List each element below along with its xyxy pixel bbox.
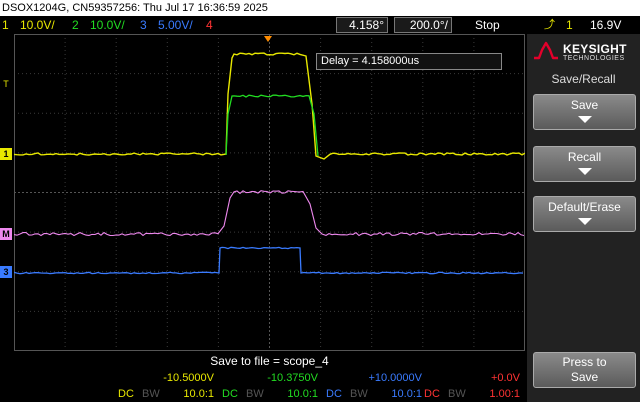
trigger-position-marker: [264, 36, 272, 42]
ch3-scale[interactable]: 5.00V/: [158, 16, 193, 34]
ch3-waveform: [14, 247, 523, 273]
brand-subtitle: TECHNOLOGIES: [563, 55, 625, 62]
ch2-bw: BW: [246, 388, 264, 400]
ch3-ground-marker[interactable]: 3: [0, 266, 12, 278]
recall-down-arrow-icon: [578, 168, 592, 175]
ch3-bw: BW: [350, 388, 368, 400]
keysight-logo: KEYSIGHT TECHNOLOGIES: [533, 40, 637, 64]
press-to-save-button[interactable]: Press to Save: [533, 352, 636, 388]
run-state[interactable]: Stop: [475, 16, 500, 34]
ch2-coupling: DC: [222, 388, 238, 400]
press-to-save-line2: Save: [534, 370, 635, 384]
press-to-save-line1: Press to: [534, 355, 635, 369]
default-erase-label: Default/Erase: [534, 200, 635, 214]
ch3-info[interactable]: +10.0000V DC BW 10.0:1: [322, 370, 428, 402]
menu-title: Save/Recall: [527, 72, 640, 86]
recall-button[interactable]: Recall: [533, 146, 636, 182]
ch1-info[interactable]: -10.5000V DC BW 10.0:1: [114, 370, 220, 402]
default-erase-down-arrow-icon: [578, 218, 592, 225]
ch4-offset: +0.0V: [491, 372, 520, 384]
ch4-coupling: DC: [424, 388, 440, 400]
ch3-probe: 10.0:1: [391, 388, 422, 400]
time-scale[interactable]: 200.0°/: [394, 17, 452, 33]
trigger-source[interactable]: 1: [566, 16, 573, 34]
waveform-display[interactable]: Delay = 4.158000us: [14, 34, 525, 351]
ch1-bw: BW: [142, 388, 160, 400]
save-down-arrow-icon: [578, 116, 592, 123]
math-ground-marker[interactable]: M: [0, 228, 12, 240]
math-waveform: [14, 191, 524, 236]
trigger-level-marker: T: [0, 78, 12, 90]
ch4-number[interactable]: 4: [206, 16, 213, 34]
ch4-info[interactable]: +0.0V DC BW 1.00:1: [420, 370, 526, 402]
trigger-level[interactable]: 16.9V: [590, 16, 621, 34]
ch3-coupling: DC: [326, 388, 342, 400]
ch2-probe: 10.0:1: [287, 388, 318, 400]
recall-button-label: Recall: [534, 150, 635, 164]
waveform-graticule: [14, 34, 525, 351]
save-button[interactable]: Save: [533, 94, 636, 130]
ch1-ground-marker[interactable]: 1: [0, 148, 12, 160]
keysight-wave-icon: [533, 40, 559, 62]
default-erase-button[interactable]: Default/Erase: [533, 196, 636, 232]
ch4-probe: 1.00:1: [489, 388, 520, 400]
delay-readout: Delay = 4.158000us: [316, 53, 502, 70]
ch2-scale[interactable]: 10.0V/: [90, 16, 125, 34]
ch3-offset: +10.0000V: [368, 372, 422, 384]
top-status-bar: 1 10.0V/ 2 10.0V/ 3 5.00V/ 4 4.158° 200.…: [0, 16, 640, 34]
ch2-offset: -10.3750V: [267, 372, 318, 384]
ch2-number[interactable]: 2: [72, 16, 79, 34]
ch1-coupling: DC: [118, 388, 134, 400]
save-button-label: Save: [534, 98, 635, 112]
channel-ground-markers: T 1 M 3: [0, 34, 14, 351]
ch1-number[interactable]: 1: [2, 16, 9, 34]
trigger-edge-icon: ⤴: [544, 16, 555, 34]
ch1-probe: 10.0:1: [183, 388, 214, 400]
time-position[interactable]: 4.158°: [336, 17, 388, 33]
brand-name: KEYSIGHT: [563, 42, 627, 56]
ch4-bw: BW: [448, 388, 466, 400]
ch2-info[interactable]: -10.3750V DC BW 10.0:1: [218, 370, 324, 402]
ch2-waveform: [226, 95, 318, 156]
ch1-offset: -10.5000V: [163, 372, 214, 384]
ch1-scale[interactable]: 10.0V/: [20, 16, 55, 34]
softkey-menu: KEYSIGHT TECHNOLOGIES Save/Recall Save R…: [527, 34, 640, 402]
window-title: DSOX1204G, CN59357256: Thu Jul 17 16:36:…: [0, 0, 640, 16]
ch3-number[interactable]: 3: [140, 16, 147, 34]
status-message: Save to file = scope_4: [14, 352, 525, 370]
